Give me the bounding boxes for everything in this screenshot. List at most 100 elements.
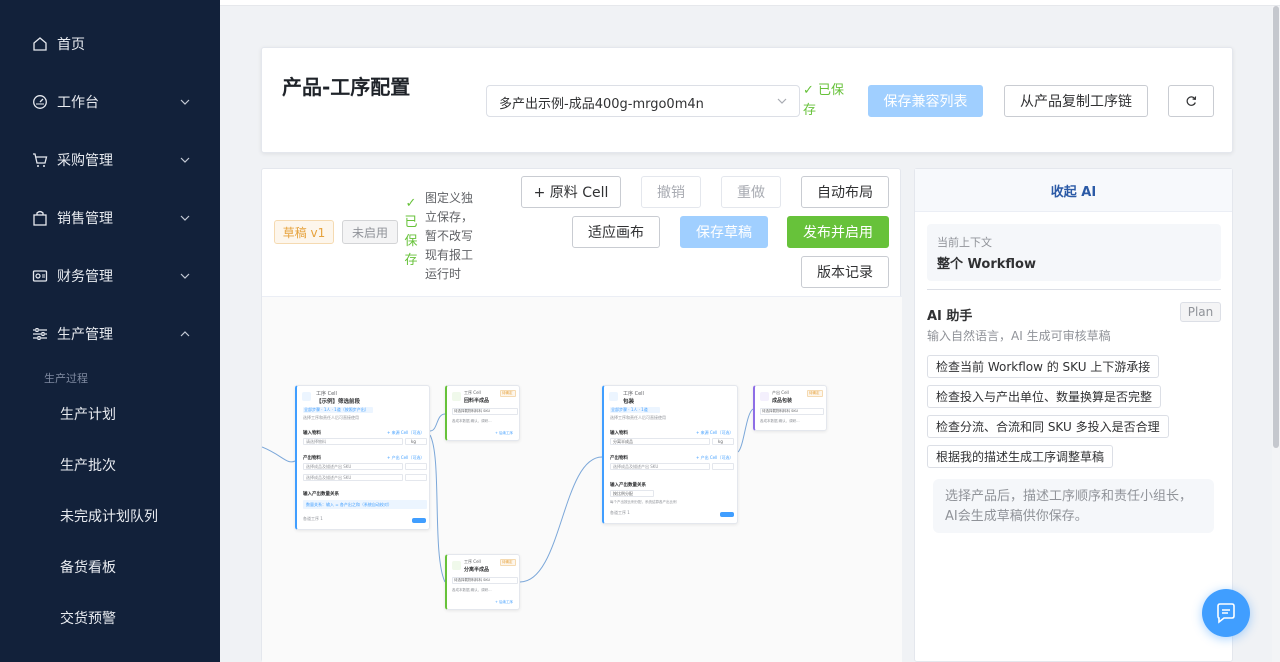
- cell-icon: [609, 392, 618, 401]
- cell-icon: [452, 561, 461, 570]
- sidebar-subitem-queue[interactable]: 未完成计划队列: [0, 495, 220, 535]
- node-count: 各道工序 1: [610, 510, 630, 515]
- unit-field[interactable]: [405, 474, 427, 481]
- context-label: 当前上下文: [937, 236, 992, 249]
- home-icon: [33, 37, 47, 51]
- undo-button[interactable]: 撤销: [641, 176, 701, 208]
- sidebar-subitem-label: 备货看板: [60, 560, 116, 576]
- sidebar-item-production[interactable]: 生产管理: [0, 314, 220, 354]
- cell-icon: [452, 392, 461, 401]
- flow-node-return-semi[interactable]: 工序 Cell 回料半成品 待确定 待选择载物料料料 SKU 各成本数据,确认、…: [445, 385, 520, 441]
- node-desc: 各成本数据,确认、调研…: [760, 419, 800, 423]
- fit-canvas-button[interactable]: 适应画布: [572, 216, 660, 248]
- add-output-link[interactable]: + 产出 Cell（可选）: [696, 455, 733, 461]
- add-source-link[interactable]: + 来源 Cell（可选）: [696, 430, 733, 436]
- disabled-status-tag: 未启用: [342, 220, 398, 244]
- flow-node-split-semi[interactable]: 工序 Cell 分离半成品 待确定 待选择载物料料料 SKU 各成本数据,确认、…: [445, 554, 520, 610]
- workflow-editor: 草稿 v1 未启用 ✓ 已保存 图定义独立保存，暂不改写现有报工运行时 + 原料…: [261, 168, 902, 662]
- chat-icon: [1217, 603, 1235, 624]
- node-title: 成品包装: [772, 398, 793, 404]
- sliders-icon: [33, 328, 47, 340]
- flow-node-packing[interactable]: 工序 Cell 包装 全部步骤 · 1人 · 1道 选择工序和责任人后可直接使用…: [602, 385, 738, 524]
- save-draft-button[interactable]: 保存草稿: [680, 216, 768, 248]
- sidebar-item-label: 工作台: [57, 95, 99, 111]
- sidebar-item-sales[interactable]: 销售管理: [0, 198, 220, 238]
- unit-field[interactable]: [712, 463, 734, 470]
- collapse-ai-label: 收起 AI: [1050, 184, 1097, 200]
- sidebar-item-label: 财务管理: [57, 269, 113, 285]
- version-history-button[interactable]: 版本记录: [801, 256, 889, 288]
- ratio-label: 输入产出数量关系: [610, 483, 646, 488]
- input-material-value: 分离半成品: [613, 439, 633, 444]
- chevron-down-icon: [180, 215, 190, 221]
- sidebar-item-label: 生产管理: [57, 327, 113, 343]
- cart-icon: [33, 153, 48, 167]
- chat-button[interactable]: [1202, 589, 1250, 637]
- redo-button[interactable]: 重做: [721, 176, 781, 208]
- add-raw-cell-button[interactable]: + 原料 Cell: [521, 176, 621, 208]
- refresh-button[interactable]: [1168, 85, 1214, 117]
- add-next-link[interactable]: + 后续工序: [495, 600, 513, 605]
- unit-field[interactable]: [712, 438, 734, 445]
- collapse-ai-button[interactable]: 收起 AI: [915, 169, 1232, 212]
- sidebar-subitem-plan[interactable]: 生产计划: [0, 393, 220, 433]
- flow-canvas[interactable]: 工序 Cell 【示例】筛选前段 全部步骤 · 1人 · 1道（按照步产出） 选…: [262, 297, 902, 662]
- sidebar-item-workbench[interactable]: 工作台: [0, 82, 220, 122]
- unit-field[interactable]: [405, 438, 427, 445]
- node-hint: 选择工序和责任人后可直接使用: [303, 415, 359, 420]
- add-next-link[interactable]: + 后续工序: [495, 431, 513, 436]
- sidebar-item-finance[interactable]: 财务管理: [0, 256, 220, 296]
- suggestion-chip[interactable]: 检查分流、合流和同 SKU 多投入是否合理: [927, 415, 1169, 438]
- ai-subtitle: 输入自然语言，AI 生成可审核草稿: [927, 329, 1111, 343]
- copy-chain-button[interactable]: 从产品复制工序链: [1004, 85, 1148, 117]
- node-title: 回料半成品: [464, 398, 490, 404]
- unit-field[interactable]: [405, 463, 427, 470]
- sidebar-item-label: 采购管理: [57, 153, 113, 169]
- node-type-label: 工序 Cell: [464, 559, 481, 564]
- sku-value: 待选择载物料料料 SKU: [762, 409, 799, 413]
- scrollbar-thumb[interactable]: [1273, 6, 1279, 448]
- node-toggle[interactable]: [720, 512, 734, 517]
- node-chip-text: 全部步骤 · 1人 · 1道（按照步产出）: [304, 407, 369, 412]
- sidebar-subitem-batch[interactable]: 生产批次: [0, 444, 220, 484]
- bag-icon: [33, 210, 47, 226]
- draft-version-tag: 草稿 v1: [274, 220, 334, 244]
- suggestion-chip[interactable]: 检查投入与产出单位、数量换算是否完整: [927, 385, 1162, 408]
- publish-button[interactable]: 发布并启用: [787, 216, 889, 248]
- node-desc: 每个产出按比例分配，系统结算各产出比例: [610, 500, 677, 504]
- flow-node-output-pack[interactable]: 产出 Cell 成品包装 待确定 待选择载物料料料 SKU 各成本数据,确认、调…: [753, 385, 827, 431]
- auto-layout-button[interactable]: 自动布局: [801, 176, 889, 208]
- sidebar-subitem-label: 未完成计划队列: [60, 509, 158, 525]
- output-material-value: 选择成品及描述产出 SKU: [306, 464, 352, 469]
- product-select[interactable]: 多产出示例-成品400g-mrgo0m4n: [486, 85, 800, 117]
- editor-toolbar: 草稿 v1 未启用 ✓ 已保存 图定义独立保存，暂不改写现有报工运行时 + 原料…: [262, 169, 902, 297]
- draft-note: 图定义独立保存，暂不改写现有报工运行时: [425, 191, 474, 281]
- node-desc: 各成本数据,确认、调研…: [452, 419, 492, 423]
- sidebar-subitem-label: 生产批次: [60, 458, 116, 474]
- sku-value: 待选择载物料料料 SKU: [454, 409, 491, 413]
- saved-status: ✓ 已保存: [803, 83, 845, 118]
- sidebar-item-home[interactable]: 首页: [0, 24, 220, 64]
- node-type-label: 工序 Cell: [316, 391, 337, 397]
- input-label: 输入物料: [610, 431, 628, 436]
- suggestion-chip[interactable]: 根据我的描述生成工序调整草稿: [927, 445, 1114, 468]
- node-title: 分离半成品: [464, 567, 490, 573]
- finance-icon: [32, 270, 48, 282]
- ratio-label: 输入产出数量关系: [303, 492, 339, 497]
- ai-prompt-input[interactable]: 选择产品后，描述工序顺序和责任小组长，AI会生成草稿供你保存。: [933, 479, 1214, 533]
- unit-value: kg: [411, 439, 416, 444]
- sidebar-item-purchase[interactable]: 采购管理: [0, 140, 220, 180]
- node-status-text: 待确定: [502, 391, 513, 395]
- sidebar-subitem-delivery-alert[interactable]: 交货预警: [0, 597, 220, 637]
- add-source-link[interactable]: + 来源 Cell（可选）: [387, 430, 424, 436]
- save-compat-list-button[interactable]: 保存兼容列表: [868, 85, 983, 117]
- sidebar-subitem-stock-board[interactable]: 备货看板: [0, 546, 220, 586]
- node-toggle[interactable]: [412, 518, 426, 523]
- sidebar-item-label: 销售管理: [57, 211, 113, 227]
- product-select-value: 多产出示例-成品400g-mrgo0m4n: [499, 97, 704, 112]
- flow-node-screening[interactable]: 工序 Cell 【示例】筛选前段 全部步骤 · 1人 · 1道（按照步产出） 选…: [295, 385, 430, 530]
- suggestion-chip[interactable]: 检查当前 Workflow 的 SKU 上下游承接: [927, 355, 1160, 378]
- node-title: 包装: [623, 399, 635, 405]
- add-output-link[interactable]: + 产出 Cell（可选）: [387, 455, 424, 461]
- sidebar: 首页 工作台 采购管理 销售管理 财务管理 生产管理 生产过程 生产计划 生产批…: [0, 0, 220, 662]
